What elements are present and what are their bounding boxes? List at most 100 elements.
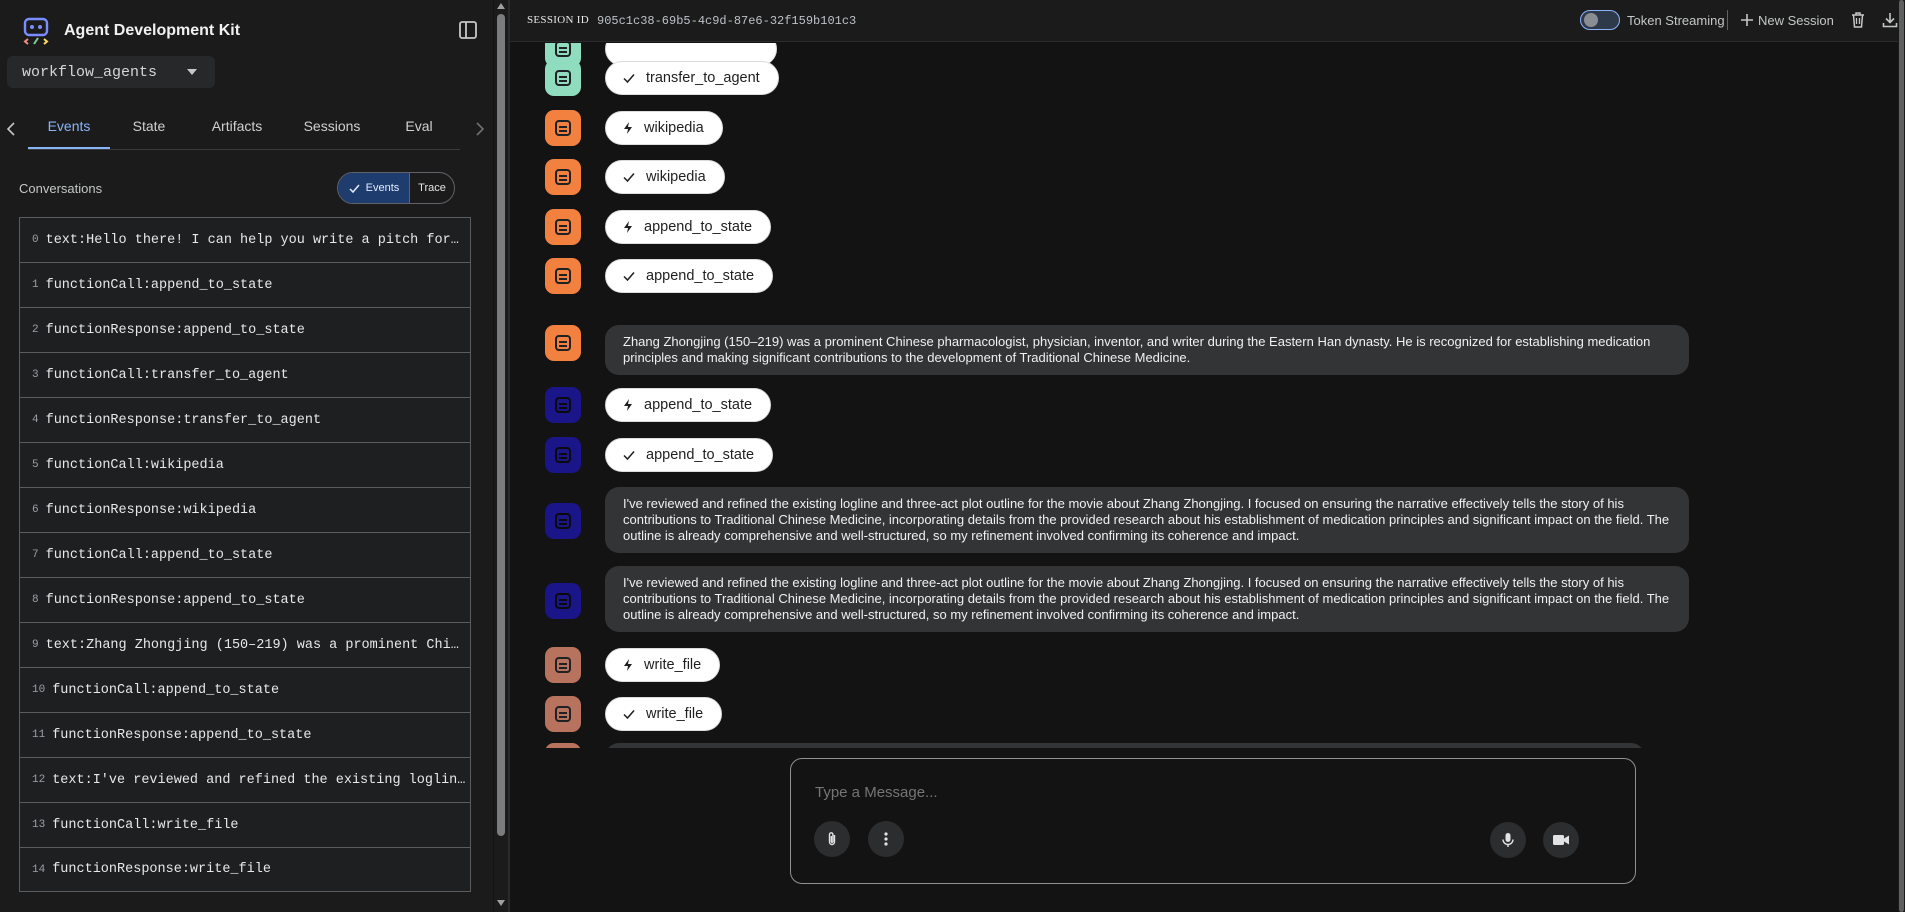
scroll-up-arrow-icon[interactable]: [497, 3, 505, 9]
event-text: functionResponse:transfer_to_agent: [45, 412, 322, 428]
agent-text-bubble: Zhang Zhongjing (150–219) was a prominen…: [605, 325, 1689, 375]
attach-button[interactable]: [814, 821, 850, 857]
event-row[interactable]: 10 functionCall:append_to_state: [19, 667, 471, 712]
event-index: 6: [32, 504, 39, 516]
message-row: transfer_to_agent: [545, 60, 779, 96]
chevron-right-icon[interactable]: [470, 120, 488, 138]
chat-scrollbar-thumb[interactable]: [1899, 0, 1904, 912]
function-response-chip[interactable]: append_to_state: [605, 438, 774, 472]
message-row: wikipedia: [545, 110, 723, 146]
function-response-chip[interactable]: wikipedia: [605, 160, 725, 194]
event-index: 14: [32, 863, 46, 876]
scroll-down-arrow-icon[interactable]: [497, 900, 505, 906]
tab-state[interactable]: State: [113, 110, 185, 150]
event-text: functionCall:append_to_state: [52, 682, 280, 698]
microphone-button[interactable]: [1490, 822, 1526, 858]
event-text: functionCall:append_to_state: [45, 547, 273, 563]
token-streaming-switch[interactable]: [1580, 10, 1620, 30]
toolbar-divider: [1727, 10, 1728, 30]
event-index: 3: [32, 369, 39, 381]
function-call-chip[interactable]: wikipedia: [605, 111, 723, 145]
tab-eval[interactable]: Eval: [388, 110, 450, 150]
chip-label: append_to_state: [646, 447, 755, 463]
chip-label: write_file: [646, 706, 704, 722]
event-row[interactable]: 8 functionResponse:append_to_state: [19, 577, 471, 622]
robot-icon: [555, 397, 571, 413]
agent-avatar: [545, 503, 581, 539]
event-row[interactable]: 0 text:Hello there! I can help you write …: [19, 217, 471, 262]
bolt-icon: [624, 659, 632, 671]
event-row[interactable]: 7 functionCall:append_to_state: [19, 532, 471, 577]
event-text: text:Hello there! I can help you write a…: [45, 232, 466, 248]
robot-icon: [555, 120, 571, 136]
chip-label: append_to_state: [646, 268, 755, 284]
app-selector[interactable]: workflow_agents: [7, 56, 215, 88]
event-row[interactable]: 2 functionResponse:append_to_state: [19, 307, 471, 352]
new-session-button[interactable]: New Session: [1740, 10, 1834, 30]
delete-icon[interactable]: [1849, 11, 1867, 29]
event-text: functionCall:transfer_to_agent: [45, 367, 289, 383]
toggle-trace[interactable]: Trace: [410, 173, 454, 203]
collapse-sidebar-icon[interactable]: [458, 20, 478, 40]
message-row: append_to_state: [545, 258, 774, 294]
message-composer: [790, 758, 1636, 884]
event-index: 7: [32, 549, 39, 561]
function-call-chip[interactable]: append_to_state: [605, 210, 772, 244]
event-row[interactable]: 14 functionResponse:write_file: [19, 847, 471, 892]
agent-avatar: [545, 583, 581, 619]
event-row[interactable]: 4 functionResponse:transfer_to_agent: [19, 397, 471, 442]
tab-artifacts[interactable]: Artifacts: [196, 110, 278, 150]
event-row[interactable]: 6 functionResponse:wikipedia: [19, 487, 471, 532]
chip-label: transfer_to_agent: [646, 70, 760, 86]
event-row[interactable]: 3 functionCall:transfer_to_agent: [19, 352, 471, 397]
event-text: functionCall:write_file: [52, 817, 239, 833]
agent-avatar: [545, 387, 581, 423]
function-response-chip[interactable]: append_to_state: [605, 259, 774, 293]
event-index: 11: [32, 729, 46, 741]
agent-avatar: [545, 258, 581, 294]
message-row: write_file: [545, 696, 723, 732]
event-index: 8: [32, 594, 39, 606]
message-row: wikipedia: [545, 159, 725, 195]
toggle-events[interactable]: Events: [338, 173, 410, 203]
event-row[interactable]: 13 functionCall:write_file: [19, 802, 471, 847]
event-text: functionResponse:append_to_state: [45, 322, 305, 338]
session-id-value: 905c1c38-69b5-4c9d-87e6-32f159b101c3: [597, 14, 857, 28]
event-row[interactable]: 12 text:I've reviewed and refined the exi…: [19, 757, 471, 802]
function-response-chip[interactable]: transfer_to_agent: [605, 61, 779, 95]
more-options-button[interactable]: [868, 821, 904, 857]
event-index: 9: [32, 639, 39, 651]
download-icon[interactable]: [1881, 11, 1899, 29]
sidebar-scrollbar[interactable]: [494, 0, 508, 912]
event-row[interactable]: 1 functionCall:append_to_state: [19, 262, 471, 307]
toggle-trace-label: Trace: [418, 182, 446, 194]
check-icon: [623, 710, 635, 720]
app-title: Agent Development Kit: [64, 22, 241, 39]
sidebar-scrollbar-thumb[interactable]: [497, 14, 505, 836]
video-button[interactable]: [1543, 822, 1579, 858]
message-input[interactable]: [815, 784, 1415, 801]
function-response-chip[interactable]: write_file: [605, 697, 723, 731]
tab-events[interactable]: Events: [28, 110, 110, 150]
conversations-label: Conversations: [19, 181, 103, 196]
agent-avatar: [545, 437, 581, 473]
function-call-chip[interactable]: write_file: [605, 648, 721, 682]
tab-sessions[interactable]: Sessions: [290, 110, 374, 150]
partial-text-bubble: [605, 743, 1645, 748]
event-row[interactable]: 11 functionResponse:append_to_state: [19, 712, 471, 757]
chevron-left-icon[interactable]: [3, 120, 21, 138]
event-row[interactable]: 9 text:Zhang Zhongjing (150–219) was a pr…: [19, 622, 471, 667]
event-index: 2: [32, 324, 39, 336]
event-row[interactable]: 5 functionCall:wikipedia: [19, 442, 471, 487]
event-index: 1: [32, 279, 39, 291]
message-list: transfer_to_agent wikipedia wikipedia ap…: [510, 43, 1905, 748]
new-session-label: New Session: [1758, 12, 1834, 28]
session-id-label: SESSION ID: [527, 14, 589, 26]
event-text: functionCall:wikipedia: [45, 457, 224, 473]
function-call-chip[interactable]: append_to_state: [605, 388, 772, 422]
plus-icon: [1741, 14, 1753, 26]
event-index: 0: [32, 234, 39, 246]
chat-scrollbar[interactable]: [1898, 0, 1905, 912]
chip-label: append_to_state: [644, 219, 753, 235]
robot-icon: [555, 219, 571, 235]
